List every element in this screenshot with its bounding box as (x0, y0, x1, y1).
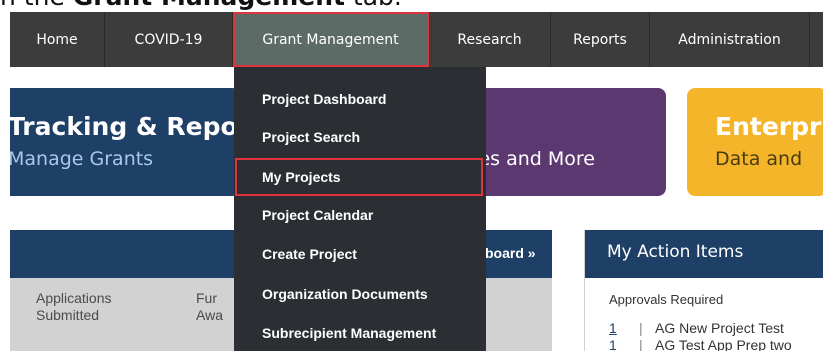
stat-label-line: Submitted (36, 307, 100, 323)
banner-subtitle: Data and (715, 148, 803, 170)
menu-item-project-calendar[interactable]: Project Calendar (234, 196, 486, 234)
banner-title: Enterpri (715, 112, 823, 141)
caption-bold: Grant Management (73, 0, 345, 11)
action-item-row: 1 | AG Test App Prep two (609, 337, 792, 351)
banner-subtitle: Manage Grants (10, 148, 154, 170)
menu-item-project-dashboard[interactable]: Project Dashboard (234, 80, 486, 118)
action-item-row: 1 | AG New Project Test (609, 320, 784, 336)
nav-tab-administration[interactable]: Administration (650, 12, 810, 67)
action-item-text: AG Test App Prep two (655, 337, 792, 351)
action-item-text: AG New Project Test (655, 320, 784, 336)
stat-applications-submitted: Applications Submitted (36, 290, 112, 324)
caption-suffix: tab. (345, 0, 402, 11)
menu-item-subrecipient-management[interactable]: Subrecipient Management (234, 314, 486, 351)
approvals-required-label: Approvals Required (609, 292, 724, 307)
action-items-header: My Action Items (585, 230, 823, 278)
nav-tab-grant-management[interactable]: Grant Management (233, 12, 429, 67)
banner-tracking-reporting[interactable]: Tracking & Repo Manage Grants (10, 88, 240, 196)
stat-label-line: Applications (36, 290, 112, 306)
nav-tab-research[interactable]: Research (429, 12, 551, 67)
action-count-link[interactable]: 1 (609, 337, 639, 351)
dashboard-link[interactable]: board » (485, 245, 536, 261)
menu-item-organization-documents[interactable]: Organization Documents (234, 275, 486, 313)
nav-tab-home[interactable]: Home (10, 12, 105, 67)
nav-tab-reports[interactable]: Reports (551, 12, 650, 67)
stat-label-line: Fur (196, 290, 217, 306)
banner-title: Tracking & Repo (10, 112, 238, 141)
action-items-panel: My Action Items Approvals Required 1 | A… (584, 230, 823, 351)
stat-funds-awarded: Fur Awa (196, 290, 223, 324)
menu-item-create-project[interactable]: Create Project (234, 235, 486, 273)
instruction-caption: n the Grant Management tab. (0, 0, 402, 10)
grant-management-dropdown: Project Dashboard Project Search My Proj… (234, 67, 486, 351)
caption-prefix: n the (0, 0, 73, 11)
banner-enterprise[interactable]: Enterpri Data and (687, 88, 823, 196)
action-count-link[interactable]: 1 (609, 320, 639, 336)
menu-item-project-search[interactable]: Project Search (234, 118, 486, 156)
row-separator: | (639, 320, 643, 336)
menu-item-my-projects[interactable]: My Projects (235, 158, 483, 196)
main-navbar: Home COVID-19 Grant Management Research … (10, 12, 823, 67)
banner-resources[interactable]: ces and More (478, 88, 666, 196)
stat-label-line: Awa (196, 307, 223, 323)
row-separator: | (639, 337, 643, 351)
action-items-title: My Action Items (607, 242, 744, 262)
nav-tab-covid-19[interactable]: COVID-19 (105, 12, 233, 67)
banner-subtitle: ces and More (478, 148, 595, 170)
